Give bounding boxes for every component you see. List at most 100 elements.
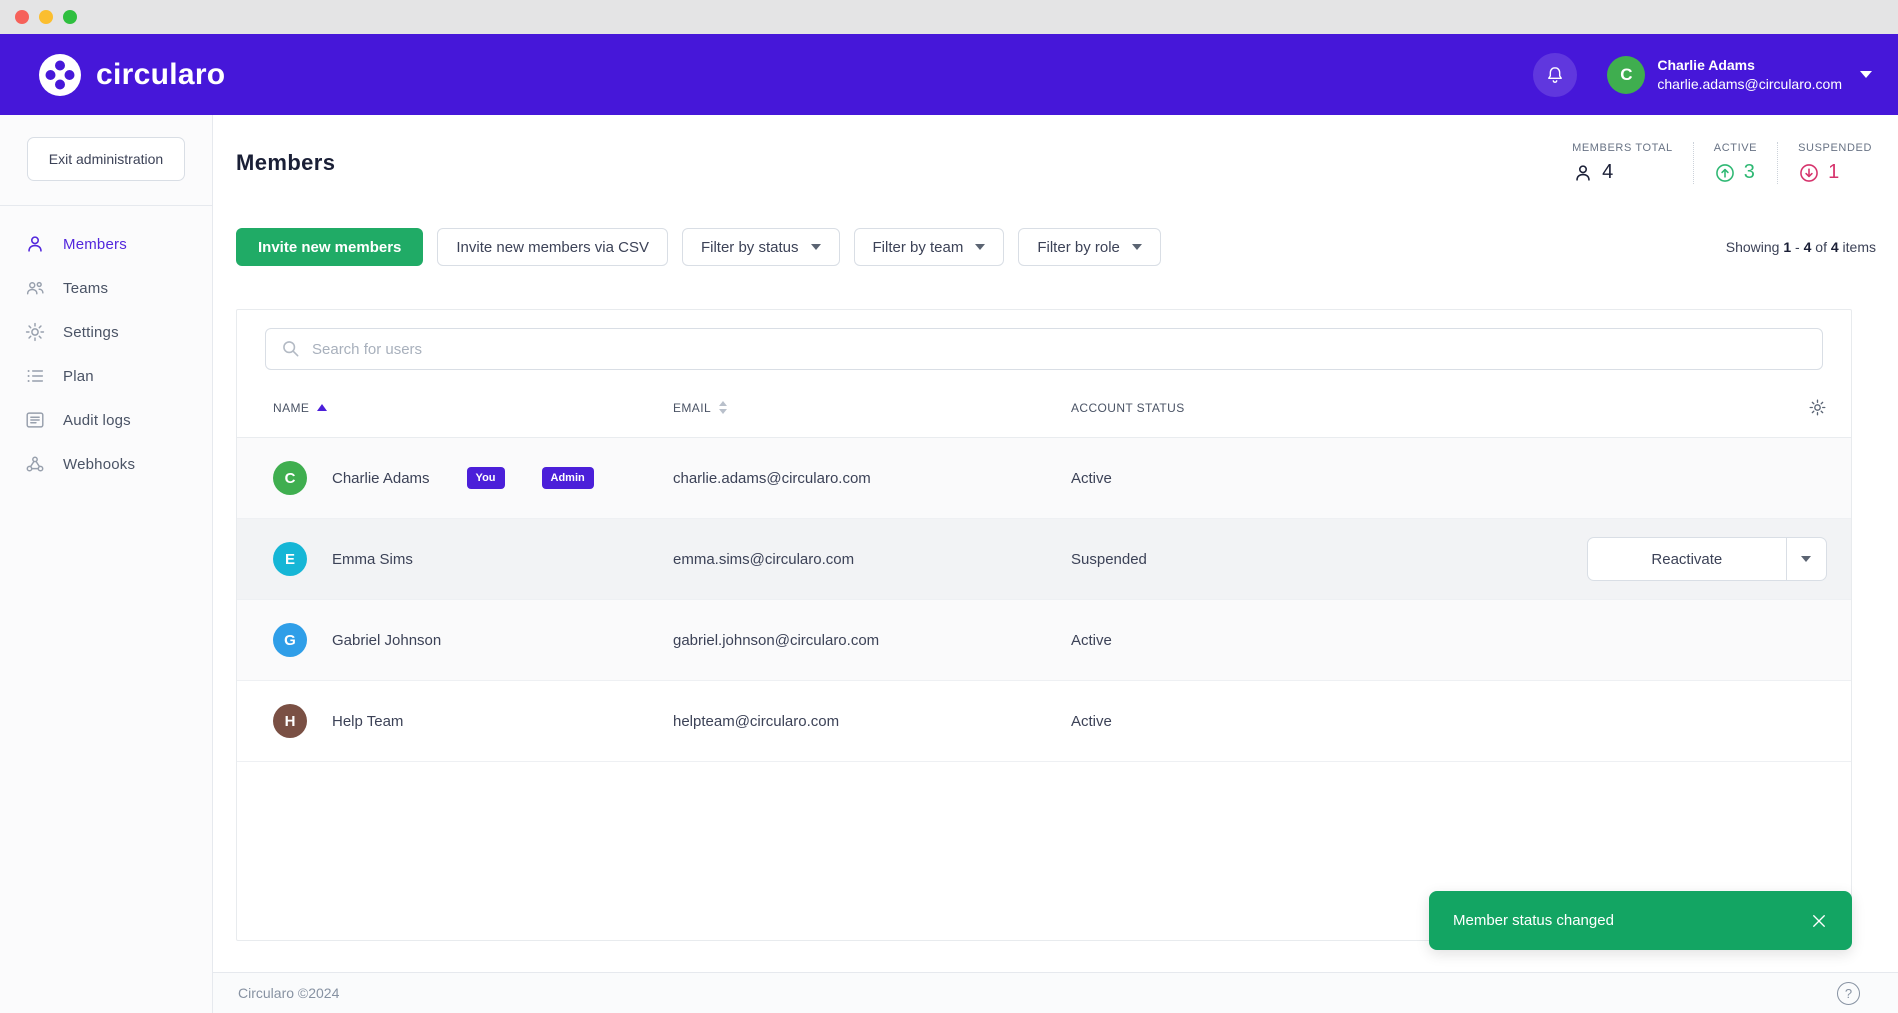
table-row[interactable]: C Charlie Adams You Admin charlie.adams@… <box>237 438 1851 519</box>
member-name: Emma Sims <box>332 551 413 568</box>
notifications-button[interactable] <box>1533 53 1577 97</box>
column-header-name[interactable]: NAME <box>273 401 673 415</box>
column-header-status[interactable]: ACCOUNT STATUS <box>1071 401 1587 415</box>
filter-by-team-dropdown[interactable]: Filter by team <box>854 228 1005 266</box>
avatar: G <box>273 623 307 657</box>
stat-value: 4 <box>1602 161 1613 184</box>
bell-icon <box>1544 64 1566 86</box>
arrow-up-circle-icon <box>1714 162 1736 184</box>
page-footer: Circularo ©2024 ? <box>213 972 1898 1013</box>
member-status: Active <box>1071 632 1587 649</box>
window-titlebar <box>0 0 1898 34</box>
column-settings-gear-icon[interactable] <box>1808 398 1827 417</box>
search-icon <box>280 338 301 359</box>
column-header-email[interactable]: EMAIL <box>673 401 1071 415</box>
sort-icon <box>719 401 727 414</box>
chevron-down-icon <box>1132 244 1142 250</box>
chevron-down-icon <box>975 244 985 250</box>
sidebar-item-label: Audit logs <box>63 412 131 429</box>
members-table-card: NAME EMAIL ACCOUNT STATUS <box>236 309 1852 941</box>
sidebar-item-label: Settings <box>63 324 119 341</box>
person-icon <box>24 233 46 255</box>
table-row[interactable]: E Emma Sims emma.sims@circularo.com Susp… <box>237 519 1851 600</box>
stat-suspended: SUSPENDED 1 <box>1777 142 1876 184</box>
filter-by-role-dropdown[interactable]: Filter by role <box>1018 228 1161 266</box>
sidebar-item-plan[interactable]: Plan <box>0 354 212 398</box>
sidebar-item-label: Members <box>63 236 127 253</box>
avatar: E <box>273 542 307 576</box>
reactivate-more-actions-button[interactable] <box>1786 538 1826 580</box>
member-email: emma.sims@circularo.com <box>673 551 1071 568</box>
sidebar-item-label: Plan <box>63 368 94 385</box>
main-content: Members MEMBERS TOTAL 4 ACTIVE <box>213 115 1898 1013</box>
chevron-down-icon <box>1801 556 1811 562</box>
sidebar-item-audit-logs[interactable]: Audit logs <box>0 398 212 442</box>
list-icon <box>24 365 46 387</box>
brand-logo[interactable]: circularo <box>38 53 225 97</box>
copyright-text: Circularo ©2024 <box>238 985 339 1001</box>
column-label: NAME <box>273 401 309 415</box>
reactivate-button[interactable]: Reactivate <box>1588 538 1786 580</box>
chevron-down-icon <box>811 244 821 250</box>
button-label: Filter by status <box>701 239 799 256</box>
sidebar-item-teams[interactable]: Teams <box>0 266 212 310</box>
app-header: circularo C Charlie Adams charlie.adams@… <box>0 34 1898 115</box>
brand-name: circularo <box>96 58 225 92</box>
toast-notification: Member status changed <box>1429 891 1852 950</box>
user-menu[interactable]: C Charlie Adams charlie.adams@circularo.… <box>1607 56 1872 94</box>
sidebar-item-label: Webhooks <box>63 456 135 473</box>
member-stats: MEMBERS TOTAL 4 ACTIVE <box>1552 142 1876 184</box>
reactivate-split-button: Reactivate <box>1587 537 1827 581</box>
member-name: Gabriel Johnson <box>332 632 441 649</box>
search-input[interactable] <box>265 328 1823 370</box>
member-email: helpteam@circularo.com <box>673 713 1071 730</box>
person-icon <box>1572 162 1594 184</box>
sidebar-item-settings[interactable]: Settings <box>0 310 212 354</box>
button-label: Filter by team <box>873 239 964 256</box>
column-label: EMAIL <box>673 401 711 415</box>
user-email: charlie.adams@circularo.com <box>1657 75 1842 93</box>
sidebar-item-webhooks[interactable]: Webhooks <box>0 442 212 486</box>
arrow-down-circle-icon <box>1798 162 1820 184</box>
stat-label: MEMBERS TOTAL <box>1572 142 1673 154</box>
user-name: Charlie Adams <box>1657 56 1842 74</box>
filter-by-status-dropdown[interactable]: Filter by status <box>682 228 840 266</box>
member-status: Suspended <box>1071 551 1587 568</box>
column-label: ACCOUNT STATUS <box>1071 401 1185 415</box>
admin-sidebar: Exit administration Members Teams <box>0 115 213 1013</box>
minimize-window-icon[interactable] <box>39 10 53 24</box>
button-label: Invite new members via CSV <box>456 239 649 256</box>
stat-label: ACTIVE <box>1714 142 1757 154</box>
member-email: charlie.adams@circularo.com <box>673 470 1071 487</box>
table-row[interactable]: H Help Team helpteam@circularo.com Activ… <box>237 681 1851 762</box>
avatar: C <box>273 461 307 495</box>
you-badge: You <box>467 467 505 489</box>
admin-badge: Admin <box>542 467 594 489</box>
member-status: Active <box>1071 470 1587 487</box>
stat-members-total: MEMBERS TOTAL 4 <box>1552 142 1693 184</box>
sort-ascending-icon <box>317 404 327 411</box>
people-icon <box>24 277 46 299</box>
pagination-summary: Showing 1 - 4 of 4 items <box>1726 239 1876 255</box>
circularo-logo-icon <box>38 53 82 97</box>
stat-active: ACTIVE 3 <box>1693 142 1777 184</box>
exit-administration-button[interactable]: Exit administration <box>27 137 185 181</box>
page-title: Members <box>236 142 335 176</box>
help-icon[interactable]: ? <box>1837 982 1860 1005</box>
sidebar-item-members[interactable]: Members <box>0 222 212 266</box>
maximize-window-icon[interactable] <box>63 10 77 24</box>
chevron-down-icon <box>1860 71 1872 78</box>
table-header: NAME EMAIL ACCOUNT STATUS <box>237 378 1851 438</box>
button-label: Filter by role <box>1037 239 1120 256</box>
gear-icon <box>24 321 46 343</box>
close-icon[interactable] <box>1810 912 1828 930</box>
audit-log-icon <box>24 409 46 431</box>
member-status: Active <box>1071 713 1587 730</box>
members-toolbar: Invite new members Invite new members vi… <box>236 228 1876 266</box>
member-name: Charlie Adams <box>332 470 430 487</box>
invite-via-csv-button[interactable]: Invite new members via CSV <box>437 228 668 266</box>
close-window-icon[interactable] <box>15 10 29 24</box>
webhook-icon <box>24 453 46 475</box>
table-row[interactable]: G Gabriel Johnson gabriel.johnson@circul… <box>237 600 1851 681</box>
invite-new-members-button[interactable]: Invite new members <box>236 228 423 266</box>
